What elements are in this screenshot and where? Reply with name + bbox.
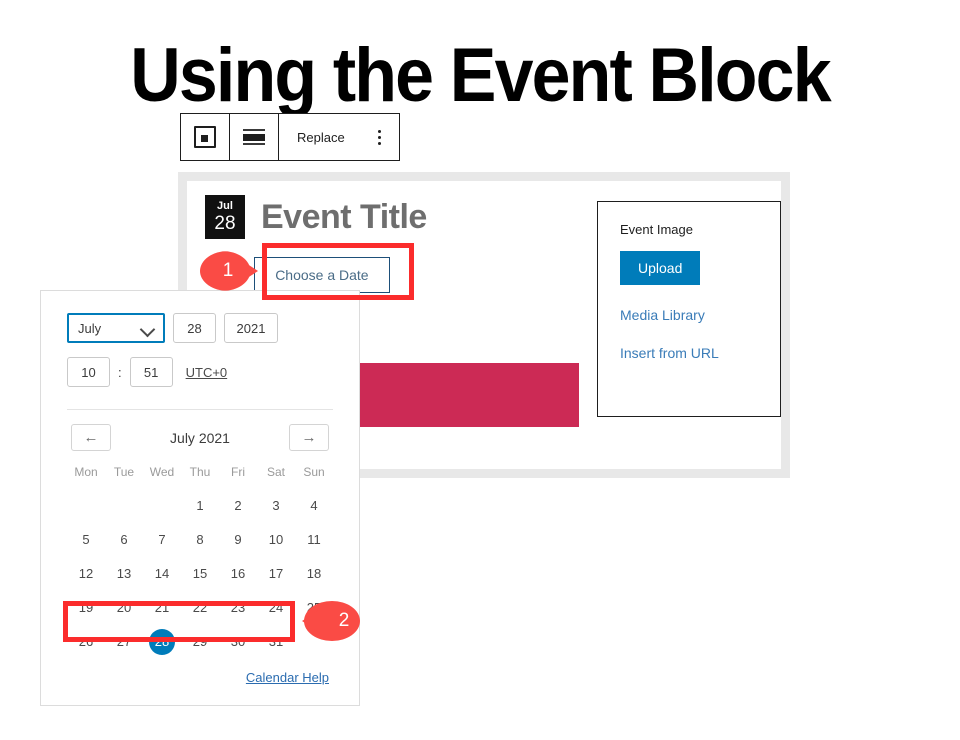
calendar-day[interactable]: 4	[295, 493, 333, 519]
calendar-day[interactable]: 11	[295, 527, 333, 553]
event-image-label: Event Image	[620, 222, 693, 237]
annotation-marker-2: 2	[302, 601, 360, 641]
calendar-day[interactable]: 5	[67, 527, 105, 553]
calendar-day-number: 13	[116, 566, 132, 581]
calendar-empty-cell	[143, 493, 181, 519]
calendar-empty-cell	[67, 493, 105, 519]
calendar-day-number: 9	[234, 532, 242, 547]
calendar-day[interactable]: 15	[181, 561, 219, 587]
minute-input[interactable]: 51	[129, 357, 173, 387]
calendar-day-number: 3	[272, 498, 280, 513]
day-input[interactable]: 28	[173, 313, 216, 343]
calendar-weekday-mon: Mon	[74, 465, 98, 479]
previous-month-button[interactable]: ←	[71, 424, 111, 451]
more-options-button[interactable]	[361, 114, 399, 160]
next-month-button[interactable]: →	[289, 424, 329, 451]
calendar-help-row: Calendar Help	[67, 669, 333, 687]
calendar-day-number: 7	[158, 532, 166, 547]
calendar-day-number: 2	[234, 498, 242, 513]
calendar-day[interactable]: 10	[257, 527, 295, 553]
calendar-help-link[interactable]: Calendar Help	[246, 670, 329, 685]
media-library-link[interactable]: Media Library	[620, 307, 758, 323]
annotation-marker-1: 1	[200, 251, 258, 291]
calendar-day[interactable]: 14	[143, 561, 181, 587]
calendar-day[interactable]: 2	[219, 493, 257, 519]
calendar-day-number: 4	[310, 498, 318, 513]
calendar-day-number: 1	[196, 498, 204, 513]
time-colon: :	[118, 364, 122, 380]
replace-button[interactable]: Replace	[279, 114, 361, 160]
calendar-weekday-thu: Thu	[189, 465, 211, 479]
highlight-box-choose-a-date	[262, 243, 414, 300]
date-badge-day: 28	[214, 213, 236, 234]
insert-from-url-link[interactable]: Insert from URL	[620, 345, 758, 361]
upload-button[interactable]: Upload	[620, 251, 701, 285]
calendar-day[interactable]: 8	[181, 527, 219, 553]
calendar-day-number: 10	[268, 532, 284, 547]
date-picker-time-row: 10 : 51 UTC+0	[67, 357, 333, 387]
date-picker-popover: July 28 2021 10 : 51 UTC+0 ← July 2021 →…	[40, 290, 360, 706]
calendar-day-number: 15	[192, 566, 208, 581]
highlight-box-last-week-row	[63, 601, 295, 642]
calendar-day[interactable]: 9	[219, 527, 257, 553]
calendar-day[interactable]: 3	[257, 493, 295, 519]
more-options-icon	[378, 129, 382, 145]
calendar-day[interactable]: 16	[219, 561, 257, 587]
calendar-day[interactable]: 18	[295, 561, 333, 587]
calendar-weekday-fri: Fri	[231, 465, 245, 479]
calendar-day-number: 17	[268, 566, 284, 581]
calendar-day-number: 14	[154, 566, 170, 581]
date-badge-month: Jul	[217, 200, 233, 212]
chevron-down-icon	[139, 321, 156, 338]
calendar-day[interactable]: 1	[181, 493, 219, 519]
calendar-day-number: 6	[120, 532, 128, 547]
month-select-value: July	[78, 320, 102, 336]
image-block-icon	[194, 126, 216, 148]
marker-number: 2	[338, 610, 350, 631]
align-bars-icon	[243, 129, 265, 145]
date-picker-divider	[67, 409, 333, 410]
calendar-day-number: 8	[196, 532, 204, 547]
calendar-day-number: 5	[82, 532, 90, 547]
calendar-weekday-sun: Sun	[303, 465, 325, 479]
calendar-empty-cell	[105, 493, 143, 519]
block-type-button[interactable]	[181, 114, 229, 160]
calendar-day[interactable]: 13	[105, 561, 143, 587]
calendar-day-number: 18	[306, 566, 322, 581]
calendar-day[interactable]: 17	[257, 561, 295, 587]
calendar-weekday-tue: Tue	[113, 465, 135, 479]
event-title[interactable]: Event Title	[261, 195, 427, 239]
event-date-badge: Jul 28	[205, 195, 245, 239]
month-select[interactable]: July	[67, 313, 165, 343]
calendar-day[interactable]: 7	[143, 527, 181, 553]
date-picker-date-row: July 28 2021	[67, 313, 333, 343]
year-input[interactable]: 2021	[224, 313, 278, 343]
hour-input[interactable]: 10	[67, 357, 110, 387]
calendar-day-number: 16	[230, 566, 246, 581]
event-image-panel: Event Image Upload Media Library Insert …	[597, 201, 781, 417]
calendar-day-number: 11	[307, 532, 321, 547]
block-toolbar: Replace	[180, 113, 400, 161]
page-title: Using the Event Block	[130, 33, 831, 118]
align-button[interactable]	[230, 114, 278, 160]
calendar-day[interactable]: 12	[67, 561, 105, 587]
calendar-weekday-wed: Wed	[149, 465, 175, 479]
marker-number: 1	[222, 260, 234, 281]
calendar-day-number: 12	[78, 566, 94, 581]
calendar-weekday-sat: Sat	[266, 465, 285, 479]
calendar-month-title: July 2021	[170, 429, 230, 446]
timezone-link[interactable]: UTC+0	[186, 365, 228, 380]
calendar-header: ← July 2021 →	[67, 424, 333, 451]
calendar-day[interactable]: 6	[105, 527, 143, 553]
